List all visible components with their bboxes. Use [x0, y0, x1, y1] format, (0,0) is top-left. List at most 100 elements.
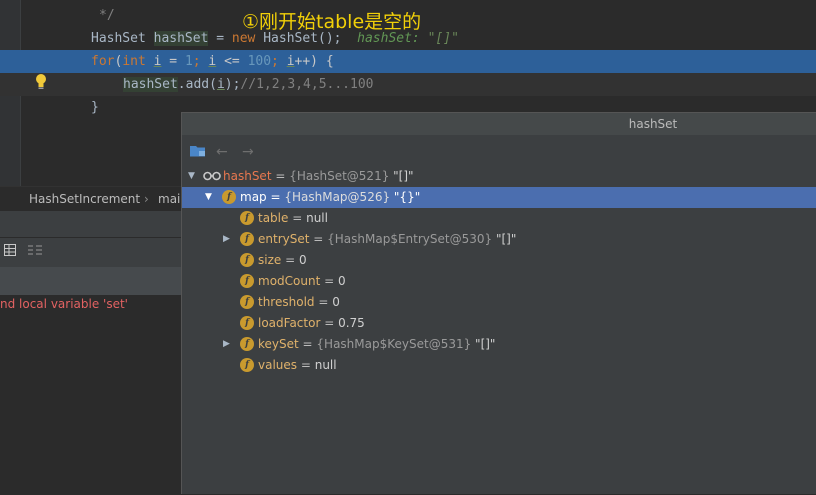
close-brace: } [91, 100, 99, 115]
field-ref: {HashMap@526} [284, 190, 391, 204]
field-icon: f [240, 232, 254, 246]
equals: = [266, 190, 285, 204]
tree-row-map[interactable]: ▼ f map = {HashMap@526} "{}" [182, 187, 816, 208]
expand-arrow-icon[interactable]: ▼ [205, 187, 212, 208]
breadcrumb: HashSetIncrement › main [0, 186, 182, 212]
tree-row-loadfactor[interactable]: f loadFactor = 0.75 [182, 313, 816, 334]
tree-row-text: modCount = 0 [258, 271, 346, 292]
field-value: "[]" [492, 232, 517, 246]
variables-panel-header [0, 211, 182, 237]
code-line-add-call[interactable]: hashSet.add(i);//1,2,3,4,5...100 [0, 73, 816, 96]
tree-row-entryset[interactable]: ▶ f entrySet = {HashMap$EntrySet@530} "[… [182, 229, 816, 250]
tree-row-text: hashSet = {HashSet@521} "[]" [223, 166, 414, 187]
collapse-arrow-icon[interactable]: ▶ [223, 334, 230, 355]
popup-toolbar: ← → [182, 136, 816, 164]
compare-op: <= [216, 54, 248, 69]
tree-row-text: keySet = {HashMap$KeySet@531} "[]" [258, 334, 495, 355]
field-ref: {HashMap$EntrySet@530} [327, 232, 493, 246]
assign-op: = [208, 31, 232, 46]
breadcrumb-method[interactable]: main [158, 187, 182, 211]
field-ref: {HashMap$KeySet@531} [316, 337, 472, 351]
tree-row-hashset[interactable]: ▼ hashSet = {HashSet@521} "[]" [182, 166, 816, 187]
back-arrow-icon[interactable]: ← [216, 144, 228, 160]
tree-row-text: loadFactor = 0.75 [258, 313, 365, 334]
var-ref: {HashSet@521} [289, 169, 390, 183]
tree-row-text: table = null [258, 208, 328, 229]
field-name: table [258, 211, 289, 225]
breadcrumb-separator-icon: › [144, 192, 149, 206]
field-value: 0.75 [338, 316, 365, 330]
tree-row-text: size = 0 [258, 250, 307, 271]
field-value: "[]" [471, 337, 496, 351]
field-name: size [258, 253, 282, 267]
loop-var-inc: i [286, 54, 295, 69]
field-icon: f [240, 295, 254, 309]
equals: = [320, 316, 339, 330]
semicolon-1: ; [192, 54, 209, 69]
field-icon: f [240, 211, 254, 225]
field-name: loadFactor [258, 316, 321, 330]
forward-arrow-icon[interactable]: → [242, 144, 254, 160]
for-keyword: for [91, 54, 115, 69]
var-name: hashSet [223, 169, 272, 183]
folder-icon[interactable] [190, 145, 206, 157]
init-value: 1 [184, 54, 193, 69]
tree-row-text: entrySet = {HashMap$EntrySet@530} "[]" [258, 229, 516, 250]
tree-row-threshold[interactable]: f threshold = 0 [182, 292, 816, 313]
field-value: 0 [298, 253, 307, 267]
field-name: modCount [258, 274, 321, 288]
expand-arrow-icon[interactable]: ▼ [188, 166, 195, 187]
increment: ++) { [294, 54, 334, 69]
tree-row-text: map = {HashMap@526} "{}" [240, 187, 420, 208]
variable-name: hashSet [153, 31, 209, 46]
tree-row-values[interactable]: f values = null [182, 355, 816, 376]
error-message: nd local variable 'set' [0, 297, 128, 311]
comment-text: */ [99, 8, 115, 23]
field-icon: f [222, 190, 236, 204]
var-value: "[]" [389, 169, 414, 183]
add-statement: hashSet.add(i);//1,2,3,4,5...100 [123, 73, 373, 96]
popup-title-bar[interactable]: hashSet [182, 113, 816, 135]
assign: = [161, 54, 185, 69]
loop-limit: 100 [247, 54, 272, 69]
field-icon: f [240, 358, 254, 372]
equals: = [309, 232, 328, 246]
add-method: .add( [177, 77, 217, 92]
equals: = [320, 274, 338, 288]
tree-row-modcount[interactable]: f modCount = 0 [182, 271, 816, 292]
tree-row-text: threshold = 0 [258, 292, 340, 313]
type-name: HashSet [91, 31, 146, 46]
field-icon: f [240, 337, 254, 351]
inline-debug-value: "[]" [427, 31, 459, 46]
field-name: threshold [258, 295, 315, 309]
final-field-icon: f [240, 316, 254, 330]
add-close: ); [224, 77, 241, 92]
field-value: 0 [332, 295, 340, 309]
tree-row-text: values = null [258, 355, 337, 376]
annotation-text: ①刚开始table是空的 [242, 11, 422, 33]
semicolon-2: ; [271, 54, 287, 69]
debug-left-panel: HashSetIncrement › main nd local variabl… [0, 186, 182, 494]
field-value: null [306, 211, 328, 225]
field-value: 0 [337, 274, 346, 288]
code-line-for-loop[interactable]: for(int i = 1; i <= 100; i++) { [0, 50, 816, 73]
equals: = [288, 211, 307, 225]
equals: = [298, 337, 317, 351]
variable-inspector-popup[interactable]: hashSet ← → ▼ hashSet = {HashSet@521} "[… [181, 112, 816, 494]
field-name: map [240, 190, 267, 204]
equals: = [314, 295, 333, 309]
tree-row-table[interactable]: f table = null [182, 208, 816, 229]
variable-tree[interactable]: ▼ hashSet = {HashSet@521} "[]" ▼ f map =… [182, 165, 816, 495]
equals: = [281, 253, 299, 267]
columns-icon[interactable] [28, 244, 42, 256]
tree-row-keyset[interactable]: ▶ f keySet = {HashMap$KeySet@531} "[]" [182, 334, 816, 355]
selected-variable-row[interactable] [0, 267, 182, 295]
field-value: null [314, 358, 337, 372]
lightbulb-icon[interactable] [34, 73, 48, 91]
breadcrumb-class[interactable]: HashSetIncrement [29, 187, 140, 211]
tree-row-size[interactable]: f size = 0 [182, 250, 816, 271]
field-name: keySet [258, 337, 299, 351]
collapse-arrow-icon[interactable]: ▶ [223, 229, 230, 250]
table-view-icon[interactable] [4, 244, 16, 256]
int-keyword: int [122, 54, 146, 69]
